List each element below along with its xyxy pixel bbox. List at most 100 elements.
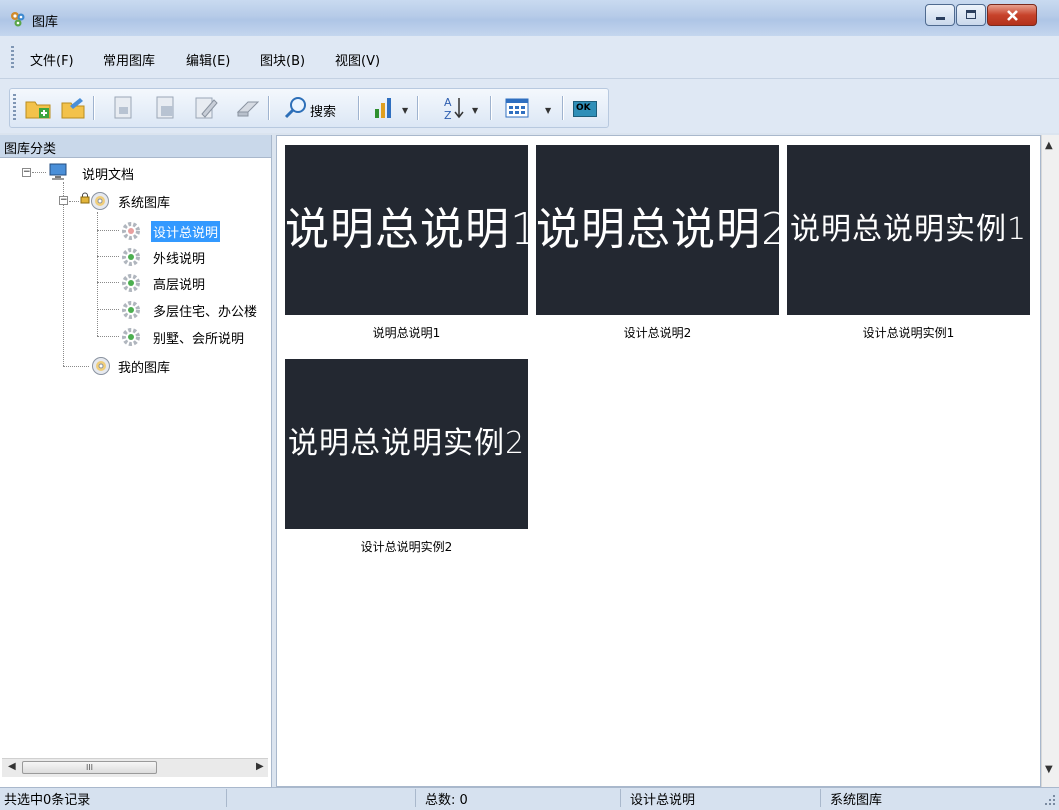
thumbnail-card[interactable]: 说明总说明实例1 (787, 145, 1030, 315)
tree-node-multi-storey[interactable]: 多层住宅、办公楼 (151, 300, 259, 321)
open-folder-icon[interactable] (60, 94, 88, 122)
disc-icon (91, 192, 109, 210)
thumbnail-label: 设计总说明2 (623, 326, 692, 340)
menu-edit[interactable]: 编辑(E) (186, 50, 230, 69)
app-gear-icon (11, 12, 25, 27)
svg-text:A: A (444, 96, 452, 109)
chevron-down-icon[interactable]: ▼ (545, 106, 551, 115)
tree-node-villa-club[interactable]: 别墅、会所说明 (151, 327, 246, 348)
resize-grip-icon[interactable] (1044, 794, 1056, 806)
thumbnail-card[interactable]: 说明总说明2 (536, 145, 779, 315)
thumbnail-image-text: 说明总说明2 (536, 204, 779, 255)
maximize-icon (966, 10, 976, 19)
tree-node-my-library[interactable]: 我的图库 (116, 356, 172, 377)
toolbar-grip (13, 94, 16, 122)
status-divider (415, 789, 416, 807)
gear-icon (122, 248, 140, 266)
export-icon[interactable] (152, 94, 180, 122)
view-grid-icon[interactable] (503, 94, 531, 122)
thumbnail-label: 设计总说明实例1 (862, 326, 955, 340)
menu-view[interactable]: 视图(V) (335, 50, 380, 69)
status-library: 系统图库 (830, 793, 883, 808)
thumbnail-label: 说明总说明1 (372, 326, 441, 340)
category-panel-title: 图库分类 (4, 142, 57, 157)
ok-button[interactable]: OK (573, 101, 597, 117)
tree-node-clip: 多层住宅、办公楼 (121, 299, 267, 321)
toolbar-separator (417, 96, 418, 120)
ok-label: OK (576, 103, 591, 113)
scroll-down-icon[interactable]: ▼ (1045, 764, 1053, 775)
scroll-right-icon[interactable]: ▶ (256, 761, 264, 772)
thumbnail-image-text: 说明总说明实例2 (287, 426, 526, 461)
tree-line (97, 282, 119, 283)
minimize-icon (936, 17, 945, 20)
close-icon (1007, 10, 1018, 21)
thumbnail-label: 设计总说明实例2 (360, 540, 453, 554)
status-bar (0, 787, 1059, 810)
lock-icon (80, 192, 90, 204)
thumbnail-card[interactable]: 说明总说明1 (285, 145, 528, 315)
search-icon[interactable] (282, 94, 310, 122)
chevron-down-icon[interactable]: ▼ (472, 106, 478, 115)
tree-line (63, 366, 89, 367)
tree-line (97, 336, 119, 337)
maximize-button[interactable] (956, 4, 986, 26)
thumbnail-vertical-scrollbar[interactable] (1041, 135, 1059, 787)
new-folder-icon[interactable] (24, 94, 52, 122)
tree-node-design-general[interactable]: 设计总说明 (151, 221, 221, 242)
minimize-button[interactable] (925, 4, 955, 26)
window-title: 图库 (32, 15, 59, 30)
toolbar-separator (268, 96, 269, 120)
scroll-left-icon[interactable]: ◀ (8, 761, 16, 772)
tree-line (32, 172, 46, 173)
toolbar-separator (93, 96, 94, 120)
bar-chart-icon[interactable] (370, 94, 398, 122)
tree-expander-system-library[interactable]: − (59, 196, 68, 205)
tree-node-system-library[interactable]: 系统图库 (116, 191, 172, 212)
close-button[interactable] (987, 4, 1037, 26)
thumbnail-card[interactable]: 说明总说明实例2 (285, 359, 528, 529)
status-divider (226, 789, 227, 807)
gear-icon (122, 222, 140, 240)
tree-node-root[interactable]: 说明文档 (80, 163, 136, 184)
menu-bar (0, 36, 1059, 79)
tree-line (97, 309, 119, 310)
edit-icon[interactable] (192, 94, 220, 122)
thumbnail-image-text: 说明总说明1 (285, 204, 528, 255)
thumbnail-image-text: 说明总说明实例1 (789, 212, 1028, 247)
tree-node-high-rise[interactable]: 高层说明 (151, 273, 207, 294)
tree-line (97, 230, 119, 231)
toolbar-separator (490, 96, 491, 120)
menu-grip (11, 46, 14, 68)
import-icon[interactable] (110, 94, 138, 122)
scroll-up-icon[interactable]: ▲ (1045, 140, 1053, 151)
tree-node-external-line[interactable]: 外线说明 (151, 247, 207, 268)
status-divider (620, 789, 621, 807)
disc-icon (92, 357, 110, 375)
toolbar-separator (562, 96, 563, 120)
tree-line (69, 201, 79, 202)
status-selected-count: 共选中0条记录 (4, 793, 91, 808)
scroll-thumb-grip: III (85, 763, 94, 772)
gear-icon (122, 301, 140, 319)
eraser-icon[interactable] (234, 94, 262, 122)
sort-az-icon[interactable]: A Z (440, 94, 468, 122)
svg-text:Z: Z (444, 109, 452, 122)
status-divider (820, 789, 821, 807)
category-panel-header: 图库分类 (0, 135, 271, 158)
status-total: 总数: 0 (425, 793, 468, 808)
chevron-down-icon[interactable]: ▼ (402, 106, 408, 115)
search-button-label[interactable]: 搜索 (310, 101, 336, 120)
tree-line (97, 256, 119, 257)
tree-expander-root[interactable]: − (22, 168, 31, 177)
gear-icon (122, 274, 140, 292)
tree-line (63, 182, 64, 366)
menu-block[interactable]: 图块(B) (260, 50, 305, 69)
tree-scroll-thumb[interactable]: III (22, 761, 157, 774)
monitor-icon (49, 163, 67, 180)
gear-icon (122, 328, 140, 346)
menu-file[interactable]: 文件(F) (30, 50, 74, 69)
title-bar (0, 0, 1059, 36)
status-category: 设计总说明 (630, 793, 696, 808)
menu-common-library[interactable]: 常用图库 (103, 50, 155, 69)
